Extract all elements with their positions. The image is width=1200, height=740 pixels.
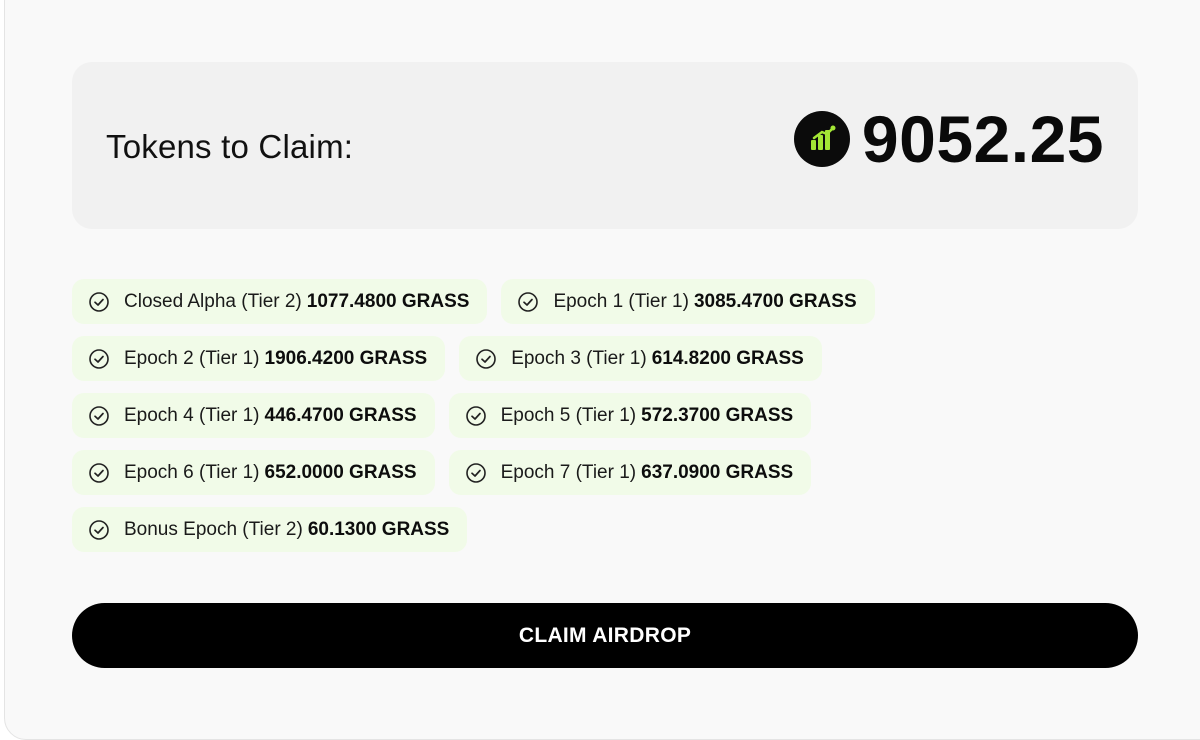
reward-amount: 1906.4200 GRASS — [264, 347, 428, 369]
reward-amount: 637.0900 GRASS — [641, 461, 794, 483]
reward-name: Epoch 1 (Tier 1) — [553, 290, 689, 312]
check-circle-icon — [518, 291, 539, 312]
check-circle-icon — [89, 291, 109, 312]
check-circle-icon — [89, 348, 109, 369]
rewards-row: Closed Alpha (Tier 2) 1077.4800 GRASS Ep… — [72, 279, 1142, 324]
reward-amount: 1077.4800 GRASS — [306, 290, 470, 312]
rewards-row: Bonus Epoch (Tier 2) 60.1300 GRASS — [72, 507, 1142, 552]
claim-amount-value: 9052.25 — [861, 102, 1104, 176]
check-circle-icon — [465, 405, 486, 426]
tokens-to-claim-label: Tokens to Claim: — [106, 128, 354, 165]
reward-name: Epoch 2 (Tier 1) — [124, 347, 260, 369]
claim-amount-group: 9052.25 — [793, 102, 1104, 176]
reward-name: Epoch 5 (Tier 1) — [500, 404, 637, 426]
reward-chip-epoch-6: Epoch 6 (Tier 1) 652.0000 GRASS — [72, 450, 435, 495]
reward-chip-epoch-3: Epoch 3 (Tier 1) 614.8200 GRASS — [459, 336, 822, 381]
reward-amount: 60.1300 GRASS — [307, 518, 450, 540]
claim-airdrop-button[interactable]: CLAIM AIRDROP — [72, 603, 1138, 668]
check-circle-icon — [476, 348, 496, 369]
reward-chip-epoch-4: Epoch 4 (Tier 1) 446.4700 GRASS — [72, 393, 435, 438]
reward-chip-closed-alpha: Closed Alpha (Tier 2) 1077.4800 GRASS — [72, 279, 488, 324]
reward-name: Epoch 6 (Tier 1) — [124, 461, 260, 483]
reward-amount: 446.4700 GRASS — [264, 404, 417, 426]
reward-amount: 572.3700 GRASS — [641, 404, 794, 426]
rewards-row: Epoch 4 (Tier 1) 446.4700 GRASS Epoch 5 … — [72, 393, 1142, 438]
reward-name: Bonus Epoch (Tier 2) — [124, 518, 303, 540]
reward-chip-epoch-2: Epoch 2 (Tier 1) 1906.4200 GRASS — [72, 336, 446, 381]
reward-amount: 3085.4700 GRASS — [693, 290, 857, 312]
reward-amount: 614.8200 GRASS — [651, 347, 804, 369]
reward-chip-epoch-5: Epoch 5 (Tier 1) 572.3700 GRASS — [448, 393, 812, 438]
reward-chip-epoch-7: Epoch 7 (Tier 1) 637.0900 GRASS — [448, 450, 812, 495]
reward-name: Epoch 3 (Tier 1) — [511, 347, 647, 369]
check-circle-icon — [89, 405, 109, 426]
check-circle-icon — [89, 519, 109, 540]
reward-chip-epoch-1: Epoch 1 (Tier 1) 3085.4700 GRASS — [501, 279, 875, 324]
check-circle-icon — [89, 462, 109, 483]
rewards-row: Epoch 2 (Tier 1) 1906.4200 GRASS Epoch 3… — [72, 336, 1142, 381]
rewards-row: Epoch 6 (Tier 1) 652.0000 GRASS Epoch 7 … — [72, 450, 1142, 495]
grass-logo-icon — [793, 111, 850, 167]
reward-name: Epoch 4 (Tier 1) — [124, 404, 260, 426]
reward-amount: 652.0000 GRASS — [264, 461, 417, 483]
reward-chip-bonus-epoch: Bonus Epoch (Tier 2) 60.1300 GRASS — [72, 507, 468, 552]
tokens-to-claim-panel: Tokens to Claim: 9052.25 — [72, 62, 1138, 229]
reward-name: Closed Alpha (Tier 2) — [124, 290, 302, 312]
reward-name: Epoch 7 (Tier 1) — [500, 461, 637, 483]
rewards-list: Closed Alpha (Tier 2) 1077.4800 GRASS Ep… — [72, 279, 1142, 564]
check-circle-icon — [465, 462, 486, 483]
